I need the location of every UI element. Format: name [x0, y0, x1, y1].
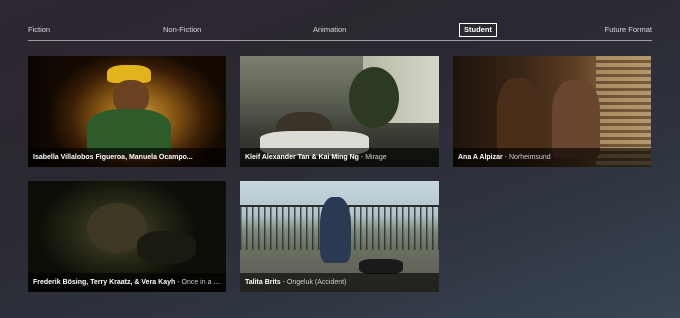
filmmaker-names: Talita Brits	[245, 279, 281, 286]
film-title: Ongeluk (Accident)	[286, 279, 347, 286]
film-caption: Ana A Alpizar - Norheimsund	[453, 148, 651, 167]
film-caption: Talita Brits - Ongeluk (Accident)	[240, 273, 439, 292]
film-title: Norheimsund	[508, 154, 551, 161]
filmmaker-names: Ana A Alpizar	[458, 154, 503, 161]
tab-future-format[interactable]: Future Format	[604, 22, 652, 38]
filmmaker-names: Isabella Villalobos Figueroa, Manuela Oc…	[33, 154, 193, 161]
filmmaker-names: Kleif Alexander Tan & Kai Ming Ng	[245, 154, 359, 161]
film-caption: Frederik Bösing, Terry Kraatz, & Vera Ka…	[28, 273, 226, 292]
film-caption: Isabella Villalobos Figueroa, Manuela Oc…	[28, 148, 226, 167]
film-card[interactable]: Kleif Alexander Tan & Kai Ming Ng - Mira…	[240, 56, 439, 167]
film-card[interactable]: Talita Brits - Ongeluk (Accident)	[240, 181, 439, 292]
tab-fiction[interactable]: Fiction	[28, 22, 50, 38]
film-caption: Kleif Alexander Tan & Kai Ming Ng - Mira…	[240, 148, 439, 167]
tab-non-fiction[interactable]: Non-Fiction	[163, 22, 201, 38]
tab-student[interactable]: Student	[459, 23, 497, 37]
film-title: Once in a Bl...	[181, 279, 226, 286]
film-card[interactable]: Isabella Villalobos Figueroa, Manuela Oc…	[28, 56, 226, 167]
category-nav: Fiction Non-Fiction Animation Student Fu…	[28, 22, 652, 41]
film-card[interactable]: Frederik Bösing, Terry Kraatz, & Vera Ka…	[28, 181, 226, 292]
tab-animation[interactable]: Animation	[313, 22, 346, 38]
film-card[interactable]: Ana A Alpizar - Norheimsund	[453, 56, 651, 167]
film-title: Mirage	[365, 154, 387, 161]
filmmaker-names: Frederik Bösing, Terry Kraatz, & Vera Ka…	[33, 279, 176, 286]
